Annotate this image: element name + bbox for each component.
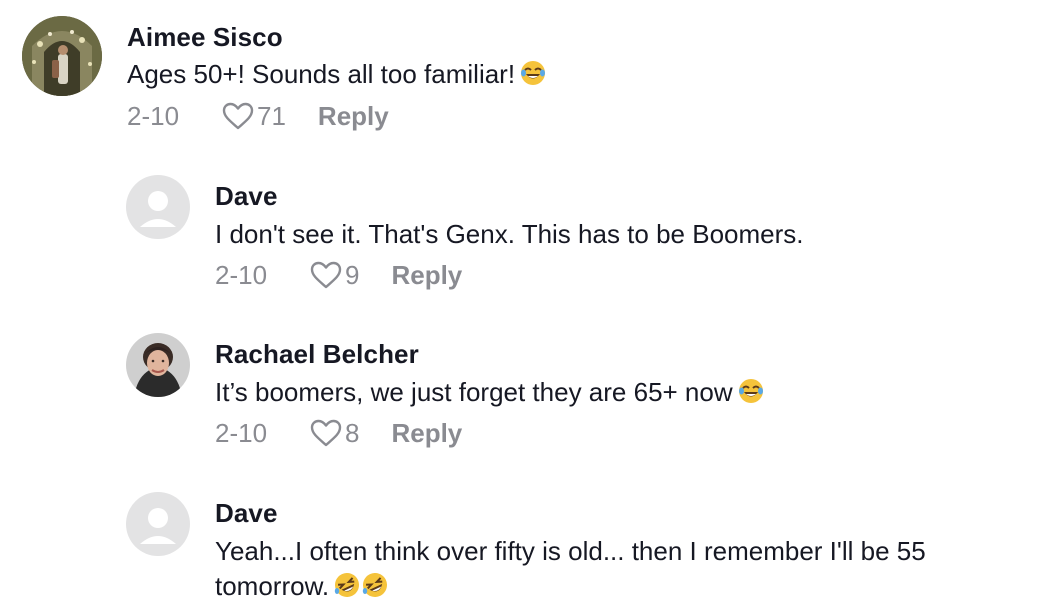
avatar[interactable] [126,333,190,397]
avatar-photo [126,333,190,397]
like-count: 9 [345,259,360,290]
tears-of-joy-emoji-icon [519,59,547,87]
avatar[interactable] [126,492,190,556]
default-user-icon [126,175,190,239]
rofl-emoji-icon [333,571,361,599]
comment-text-line: tomorrow. [215,569,926,604]
comment-text: It’s boomers, we just forget they are 65… [215,375,765,410]
reply-button[interactable]: Reply [318,101,389,132]
tears-of-joy-emoji-icon [737,377,765,405]
default-user-icon [126,492,190,556]
avatar[interactable] [22,16,102,96]
comment-meta: 2-10 8 Reply [215,416,462,450]
rofl-emoji-icon [361,571,389,599]
comment-meta: 2-10 71 Reply [127,99,389,133]
comment-author[interactable]: Dave [215,181,278,212]
reply-button[interactable]: Reply [391,260,462,291]
comment-meta: 2-10 9 Reply [215,258,462,292]
comment-item: Dave Yeah...I often think over fifty is … [0,476,1060,608]
comment-text-content: Ages 50+! Sounds all too familiar! [127,59,516,89]
heart-icon [222,102,254,130]
heart-icon [310,419,342,447]
comment-date: 2-10 [127,100,180,131]
comment-author[interactable]: Aimee Sisco [127,22,283,53]
comment-date: 2-10 [215,417,268,448]
like-count: 71 [257,100,286,131]
heart-icon [310,261,342,289]
comment-item: Dave I don't see it. That's Genx. This h… [0,160,1060,310]
comment-text-line: Yeah...I often think over fifty is old..… [215,536,926,566]
reply-button[interactable]: Reply [391,418,462,449]
like-button[interactable]: 8 [309,418,359,449]
comment-author[interactable]: Rachael Belcher [215,339,419,370]
like-count: 8 [345,417,360,448]
like-button[interactable]: 9 [309,260,359,291]
comment-item: Rachael Belcher It’s boomers, we just fo… [0,318,1060,468]
comment-text: Ages 50+! Sounds all too familiar! [127,57,547,92]
comment-text-content: It’s boomers, we just forget they are 65… [215,377,733,407]
comment-text-content: I don't see it. That's Genx. This has to… [215,219,804,249]
comment-author[interactable]: Dave [215,498,278,529]
comment-text: I don't see it. That's Genx. This has to… [215,217,804,252]
avatar-photo [22,16,102,96]
comment-item: Aimee Sisco Ages 50+! Sounds all too fam… [0,0,1060,150]
like-button[interactable]: 71 [221,101,286,132]
comment-text: Yeah...I often think over fifty is old..… [215,534,926,604]
avatar[interactable] [126,175,190,239]
comment-date: 2-10 [215,259,268,290]
comment-text-content: tomorrow. [215,571,330,601]
